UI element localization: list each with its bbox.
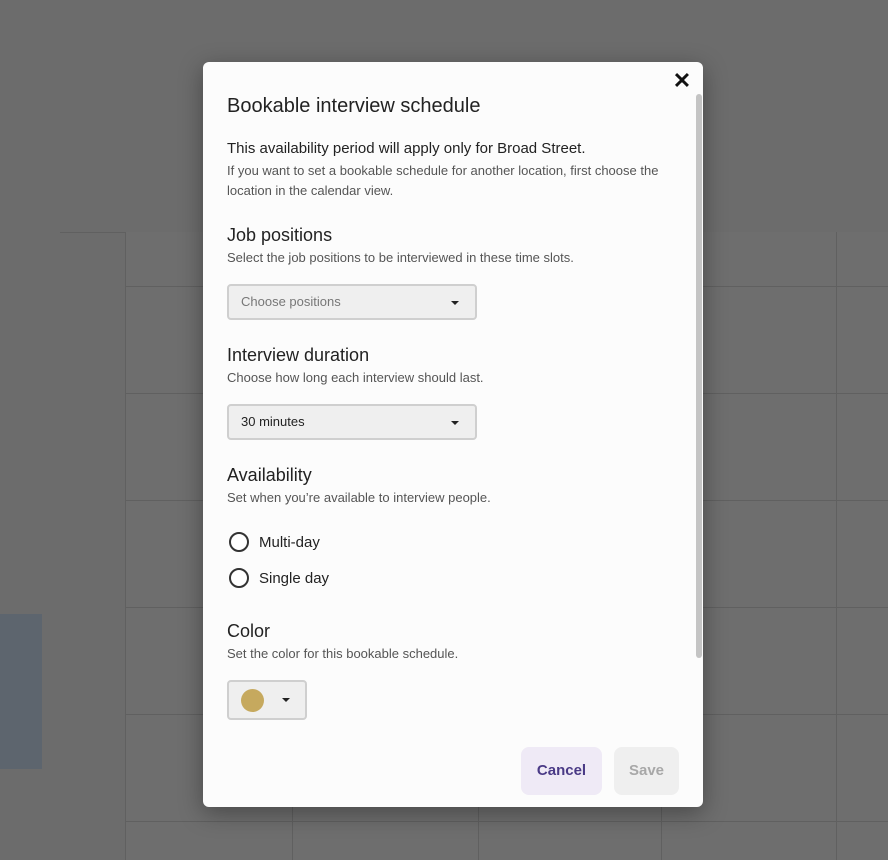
location-help-text: If you want to set a bookable schedule f…: [227, 163, 659, 198]
save-button[interactable]: Save: [614, 747, 679, 795]
location-notice: This availability period will apply only…: [227, 140, 586, 157]
close-icon[interactable]: ✕: [671, 70, 693, 92]
cancel-button[interactable]: Cancel: [521, 747, 602, 795]
caret-down-icon: [451, 421, 459, 425]
positions-placeholder: Choose positions: [241, 294, 341, 309]
radio-circle-icon[interactable]: [229, 532, 249, 552]
availability-description: Set when you’re available to interview p…: [227, 490, 491, 505]
radio-circle-icon[interactable]: [229, 568, 249, 588]
bookable-schedule-dialog: ✕ Bookable interview schedule This avail…: [203, 62, 703, 807]
color-picker-button[interactable]: [227, 680, 307, 720]
color-swatch: [241, 689, 264, 712]
interview-duration-title: Interview duration: [227, 345, 370, 365]
color-title: Color: [227, 621, 271, 641]
dialog-title: Bookable interview schedule: [227, 95, 481, 117]
scrollbar-thumb[interactable]: [696, 94, 702, 658]
job-positions-title: Job positions: [227, 225, 333, 245]
radio-label: Multi-day: [259, 534, 320, 551]
positions-select[interactable]: Choose positions: [227, 284, 477, 320]
radio-label: Single day: [259, 570, 330, 587]
availability-title: Availability: [227, 465, 312, 485]
job-positions-description: Select the job positions to be interview…: [227, 250, 574, 265]
color-description: Set the color for this bookable schedule…: [227, 646, 459, 661]
caret-down-icon: [451, 301, 459, 305]
caret-down-icon: [282, 698, 290, 702]
interview-duration-description: Choose how long each interview should la…: [227, 370, 484, 385]
duration-value: 30 minutes: [241, 414, 305, 429]
duration-select[interactable]: 30 minutes: [227, 404, 477, 440]
